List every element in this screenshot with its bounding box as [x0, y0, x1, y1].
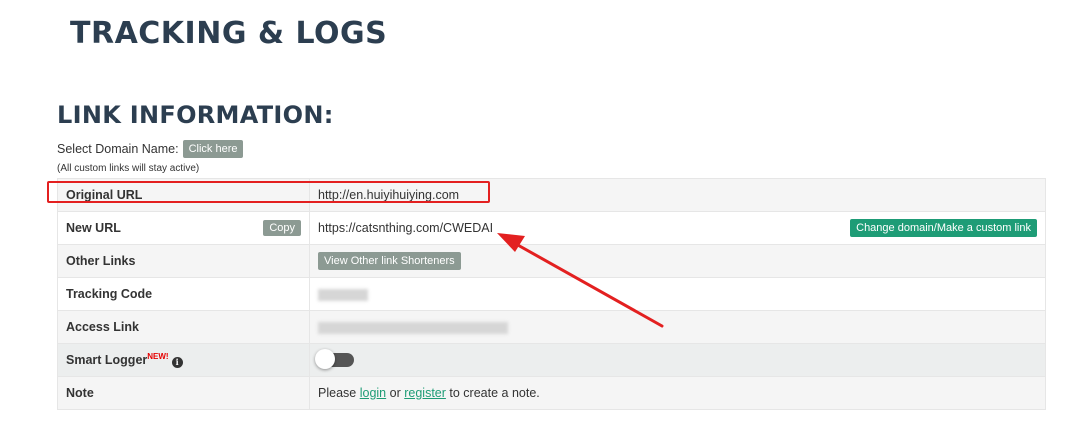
smart-logger-toggle[interactable] [315, 349, 354, 369]
domain-click-here-button[interactable]: Click here [182, 140, 244, 158]
tracking-code-redacted [318, 288, 368, 301]
table-row-smart-logger: Smart LoggerNEW! i [57, 343, 1046, 377]
other-links-label: Other Links [57, 244, 310, 278]
note-suffix: to create a note. [449, 386, 540, 400]
table-row-access-link: Access Link [57, 310, 1046, 344]
tracking-code-label: Tracking Code [57, 277, 310, 311]
login-link[interactable]: login [360, 386, 386, 400]
note-label: Note [57, 376, 310, 410]
new-badge: NEW! [147, 352, 169, 362]
link-info-table: Original URL http://en.huiyihuiying.com … [57, 178, 1046, 410]
note-prefix: Please [318, 386, 357, 400]
section-title: LINK INFORMATION: [57, 101, 334, 129]
table-row-original-url: Original URL http://en.huiyihuiying.com [57, 178, 1046, 212]
table-row-note: Note Please login or register to create … [57, 376, 1046, 410]
original-url-label: Original URL [57, 178, 310, 212]
table-row-other-links: Other Links View Other link Shorteners [57, 244, 1046, 278]
page-title: TRACKING & LOGS [70, 16, 388, 51]
change-domain-button[interactable]: Change domain/Make a custom link [850, 219, 1037, 237]
smart-logger-label: Smart Logger [66, 353, 148, 368]
new-url-value: https://catsnthing.com/CWEDAI [318, 221, 494, 235]
view-other-shorteners-button[interactable]: View Other link Shorteners [318, 252, 461, 270]
original-url-value: http://en.huiyihuiying.com [309, 178, 1046, 212]
register-link[interactable]: register [404, 386, 446, 400]
table-row-tracking-code: Tracking Code [57, 277, 1046, 311]
domain-select-label: Select Domain Name: [57, 142, 179, 156]
toggle-knob [315, 349, 335, 369]
info-icon[interactable]: i [171, 356, 183, 368]
domain-select-row: Select Domain Name: Click here [57, 140, 244, 158]
note-or: or [389, 386, 401, 400]
access-link-redacted [318, 321, 508, 334]
access-link-label: Access Link [57, 310, 310, 344]
table-row-new-url: New URL Copy https://catsnthing.com/CWED… [57, 211, 1046, 245]
domain-note: (All custom links will stay active) [57, 163, 200, 174]
new-url-label: New URL [66, 221, 121, 235]
copy-button[interactable]: Copy [263, 220, 301, 236]
